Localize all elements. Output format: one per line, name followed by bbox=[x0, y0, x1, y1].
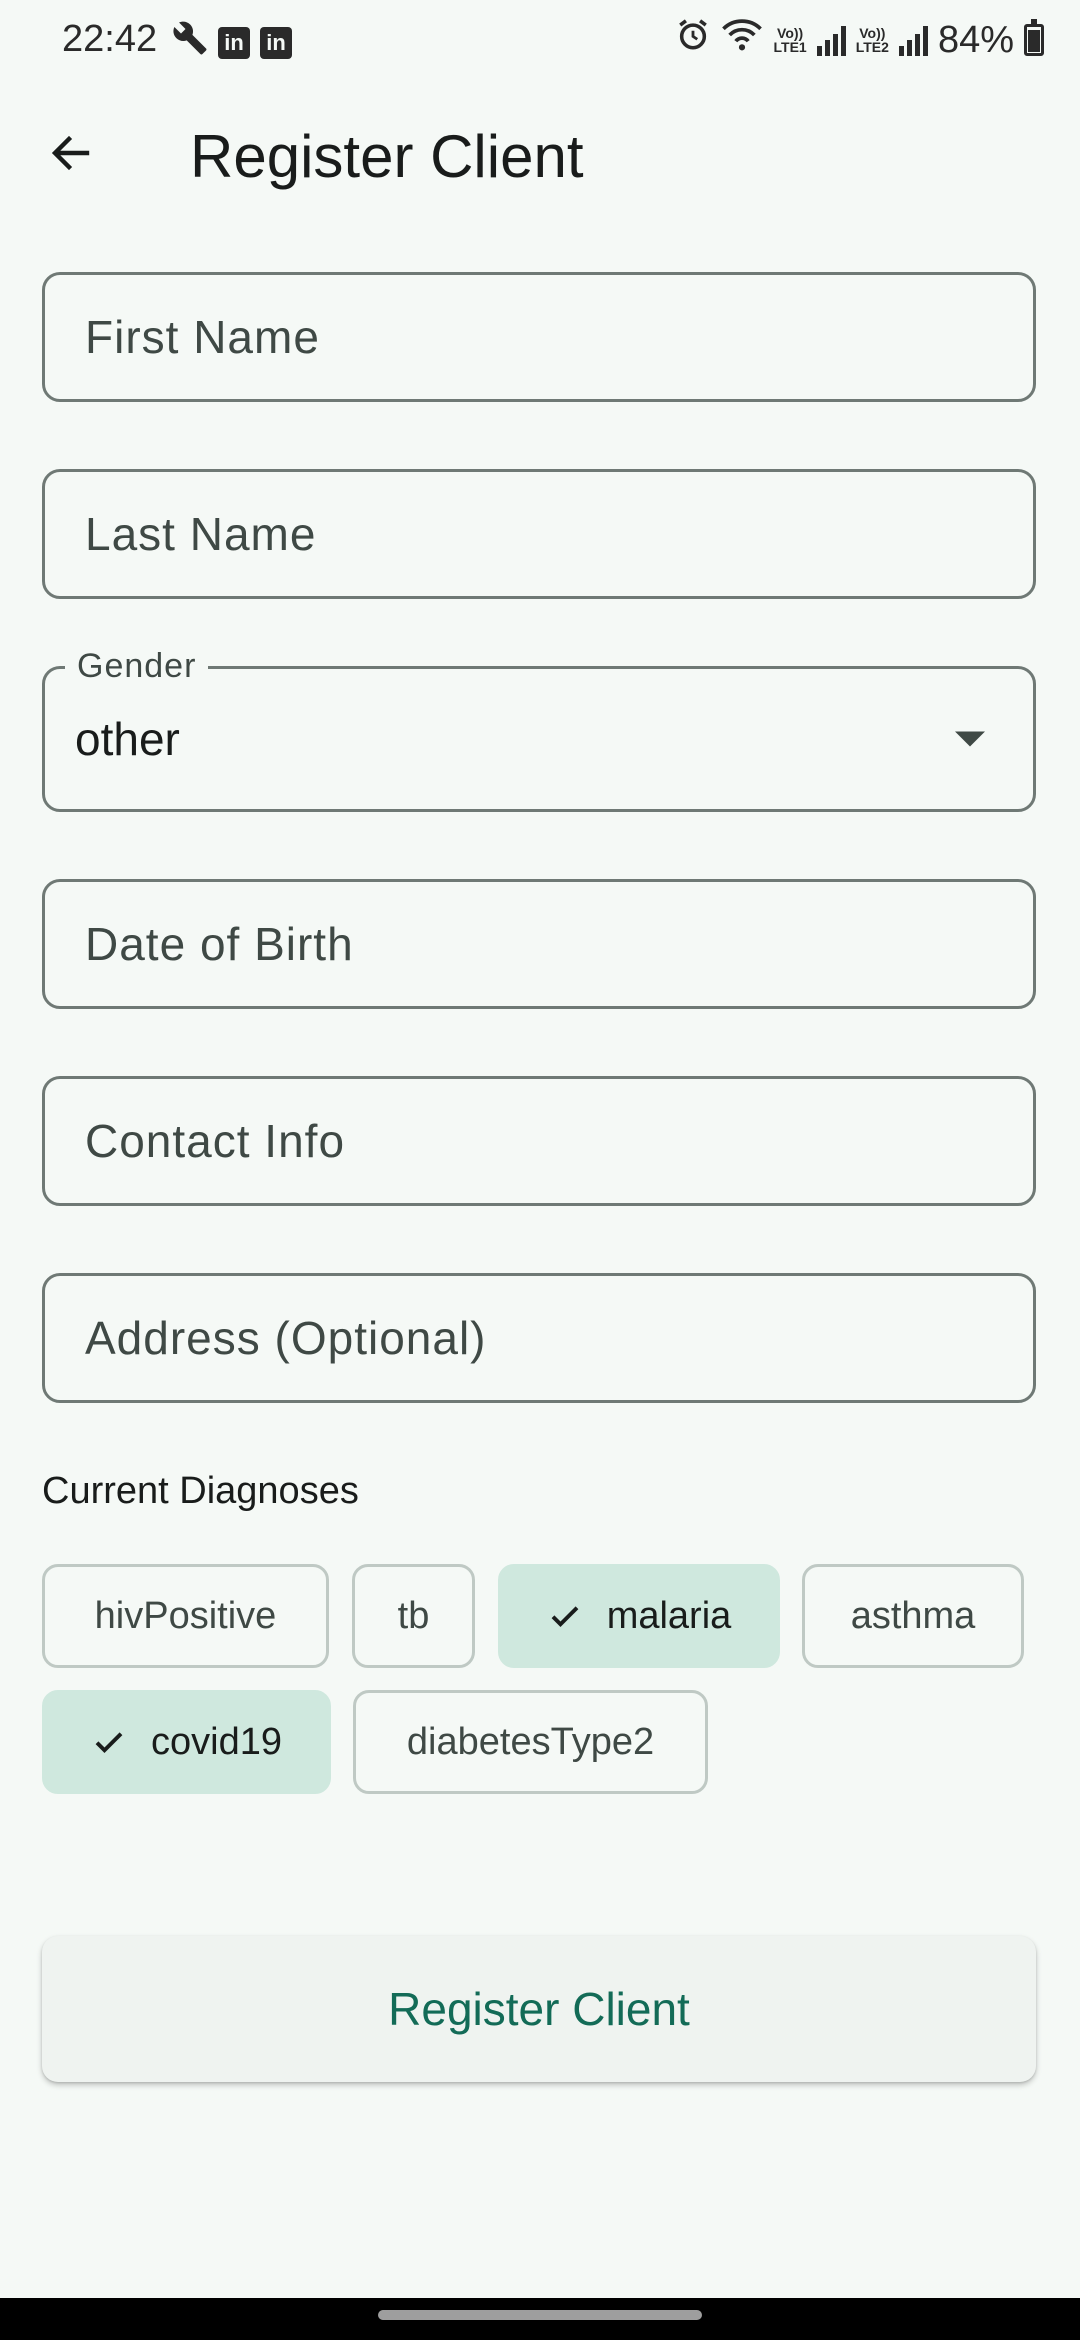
status-time: 22:42 bbox=[62, 18, 158, 60]
address-placeholder: Address (Optional) bbox=[85, 1312, 487, 1364]
date-of-birth-field[interactable]: Date of Birth bbox=[42, 879, 1036, 1009]
sim1-label: Vo)) LTE1 bbox=[774, 26, 807, 54]
sim2-text: LTE2 bbox=[855, 39, 889, 55]
battery-fill bbox=[1028, 30, 1040, 52]
gender-value: other bbox=[75, 713, 180, 765]
alarm-icon bbox=[676, 18, 710, 62]
chip-label: hivPositive bbox=[94, 1594, 277, 1637]
last-name-placeholder: Last Name bbox=[85, 508, 317, 560]
arrow-back-icon bbox=[47, 129, 95, 182]
battery-icon bbox=[1024, 19, 1044, 56]
address-field[interactable]: Address (Optional) bbox=[42, 1273, 1036, 1403]
diagnoses-section-label: Current Diagnoses bbox=[42, 1470, 359, 1512]
system-nav-bar bbox=[0, 2298, 1080, 2340]
chip-malaria[interactable]: malaria bbox=[498, 1564, 780, 1668]
status-left-icons: in in bbox=[172, 20, 292, 66]
sim1-text: LTE1 bbox=[773, 39, 807, 55]
back-button[interactable] bbox=[36, 120, 106, 190]
linkedin-icon: in bbox=[260, 27, 292, 59]
wrench-icon bbox=[172, 20, 208, 66]
chip-tb[interactable]: tb bbox=[352, 1564, 475, 1668]
home-gesture-handle[interactable] bbox=[378, 2310, 702, 2320]
gender-label: Gender bbox=[65, 647, 209, 686]
wifi-icon bbox=[720, 18, 764, 62]
battery-percent: 84% bbox=[937, 18, 1014, 61]
chip-covid19[interactable]: covid19 bbox=[42, 1690, 331, 1794]
chip-label: asthma bbox=[850, 1594, 976, 1637]
first-name-field[interactable]: First Name bbox=[42, 272, 1036, 402]
chip-label: covid19 bbox=[151, 1720, 282, 1763]
register-client-button[interactable]: Register Client bbox=[42, 1936, 1036, 2082]
check-icon bbox=[547, 1598, 583, 1634]
check-icon bbox=[91, 1724, 127, 1760]
chip-asthma[interactable]: asthma bbox=[802, 1564, 1024, 1668]
first-name-placeholder: First Name bbox=[85, 311, 320, 363]
date-of-birth-placeholder: Date of Birth bbox=[85, 918, 354, 970]
sim2-label: Vo)) LTE2 bbox=[856, 26, 889, 54]
signal-icon bbox=[816, 24, 846, 56]
dropdown-arrow-icon bbox=[955, 731, 985, 747]
chip-label: malaria bbox=[606, 1594, 732, 1637]
signal-icon bbox=[898, 24, 928, 56]
register-client-button-label: Register Client bbox=[388, 1983, 690, 2035]
app-bar: Register Client bbox=[0, 100, 1080, 210]
gender-dropdown[interactable]: Gender other bbox=[42, 647, 1036, 812]
contact-info-field[interactable]: Contact Info bbox=[42, 1076, 1036, 1206]
chip-diabetestype2[interactable]: diabetesType2 bbox=[353, 1690, 708, 1794]
page-title: Register Client bbox=[190, 123, 584, 190]
status-right-icons: Vo)) LTE1 Vo)) LTE2 84% bbox=[676, 18, 1044, 62]
chip-hivpositive[interactable]: hivPositive bbox=[42, 1564, 329, 1668]
linkedin-icon: in bbox=[218, 27, 250, 59]
status-bar: 22:42 in in Vo)) LTE1 Vo)) LTE2 84% bbox=[0, 0, 1080, 80]
chip-label: tb bbox=[397, 1594, 430, 1637]
last-name-field[interactable]: Last Name bbox=[42, 469, 1036, 599]
contact-info-placeholder: Contact Info bbox=[85, 1115, 346, 1167]
chip-label: diabetesType2 bbox=[406, 1720, 655, 1763]
